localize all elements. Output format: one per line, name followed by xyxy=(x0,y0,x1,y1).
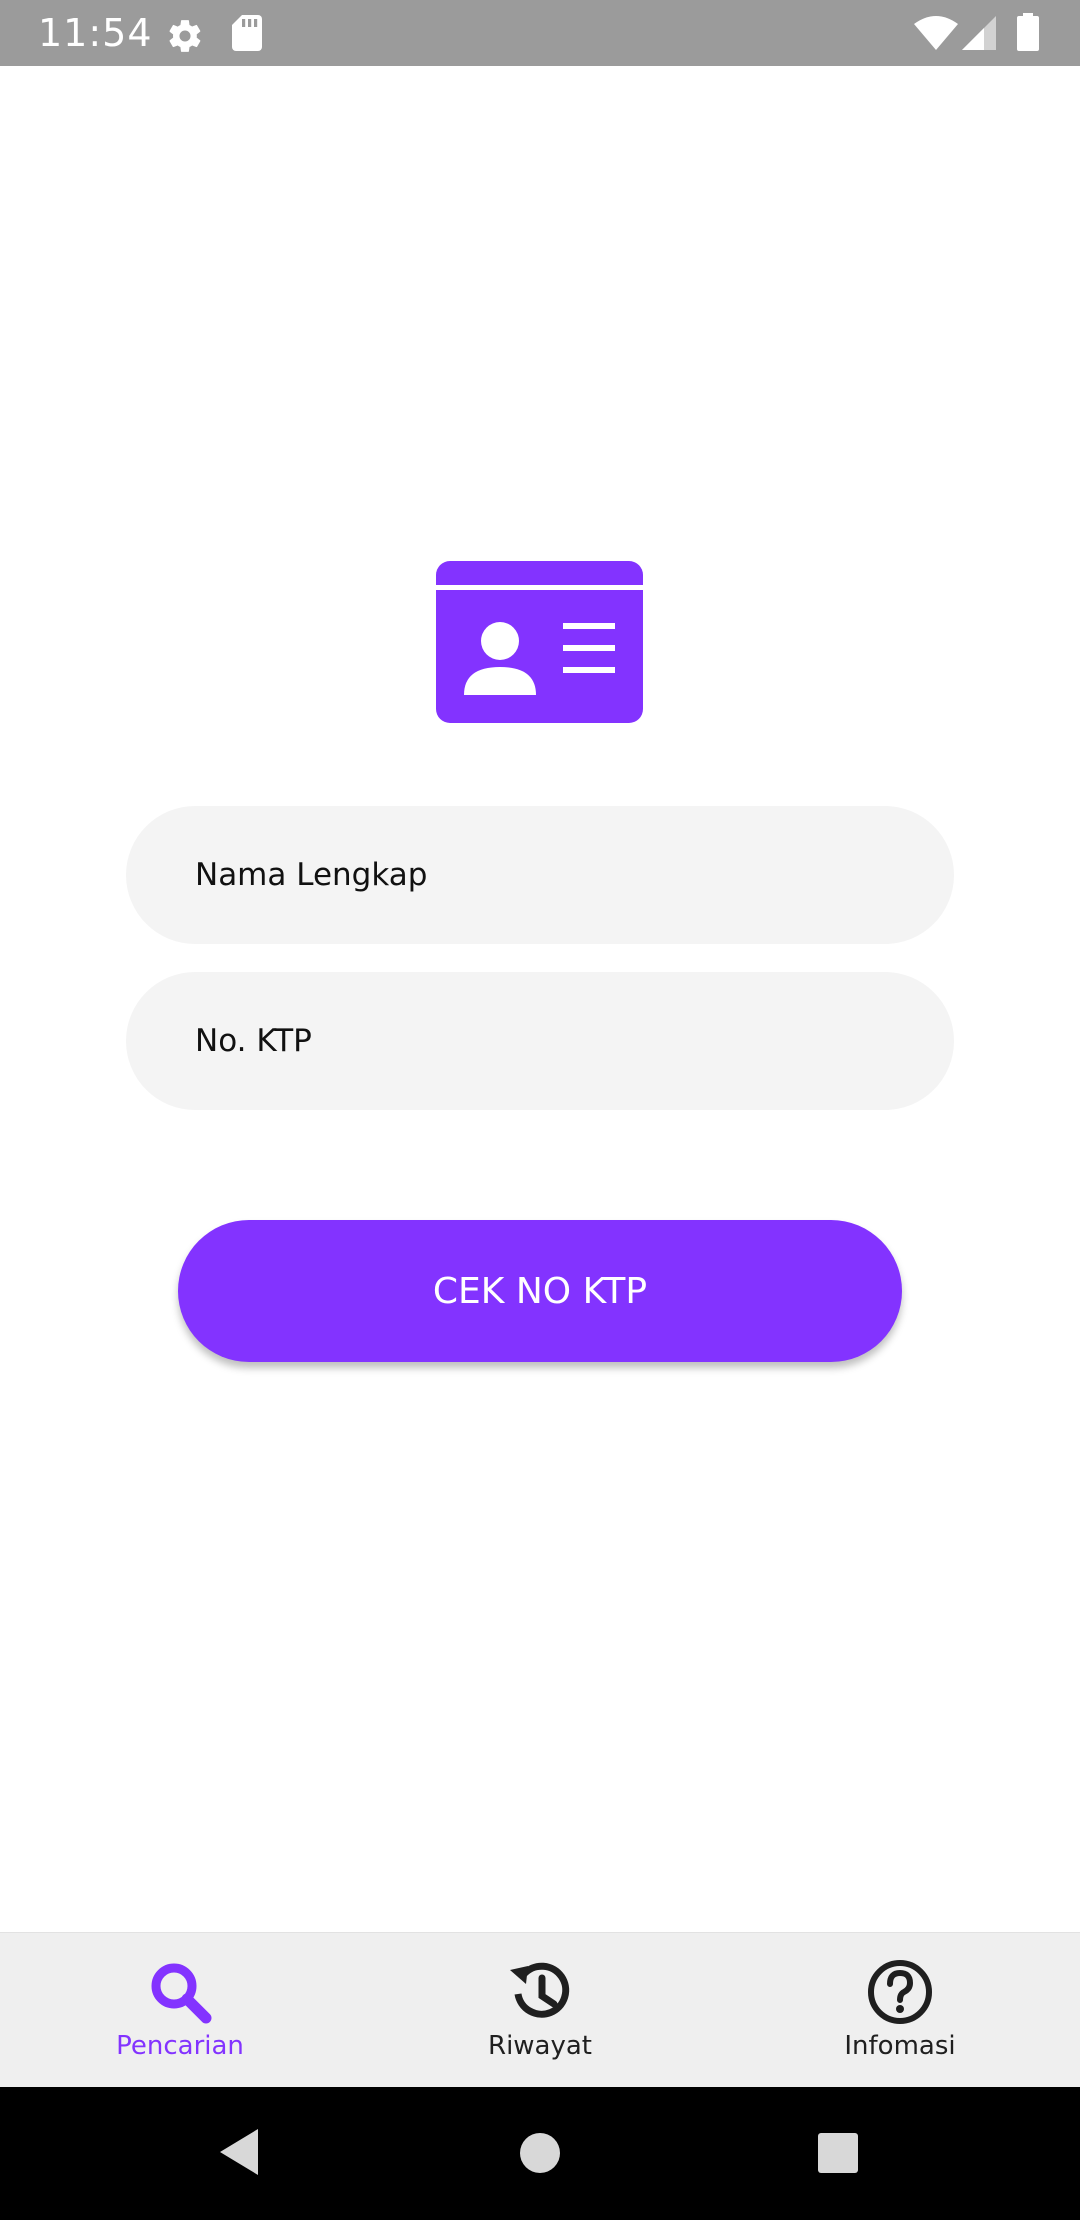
id-card-icon xyxy=(436,561,643,723)
history-icon xyxy=(510,1962,570,2018)
status-time: 11:54 xyxy=(38,11,153,55)
search-icon xyxy=(151,1963,212,2024)
nav-label-history: Riwayat xyxy=(488,2031,592,2061)
home-icon[interactable] xyxy=(519,2132,561,2174)
system-navigation-bar xyxy=(0,2087,1080,2220)
nav-label-search: Pencarian xyxy=(116,2031,244,2061)
check-ktp-button[interactable]: CEK NO KTP xyxy=(178,1220,902,1362)
nav-item-search[interactable]: Pencarian xyxy=(0,1933,360,2088)
check-ktp-button-label: CEK NO KTP xyxy=(432,1270,648,1312)
battery-icon xyxy=(1017,13,1039,51)
settings-icon xyxy=(169,20,201,52)
back-icon[interactable] xyxy=(218,2127,260,2177)
bottom-navigation: Pencarian Riwayat Infomasi xyxy=(0,1932,1080,2087)
nav-item-history[interactable]: Riwayat xyxy=(360,1933,720,2088)
ktp-number-input[interactable] xyxy=(126,972,954,1110)
nav-item-info[interactable]: Infomasi xyxy=(720,1933,1080,2088)
status-bar: 11:54 xyxy=(0,0,1080,66)
help-icon xyxy=(868,1960,932,2024)
signal-icon xyxy=(962,16,996,50)
nav-label-info: Infomasi xyxy=(844,2031,956,2061)
full-name-input[interactable] xyxy=(126,806,954,944)
recents-icon[interactable] xyxy=(817,2132,859,2174)
wifi-icon xyxy=(914,16,958,50)
sd-card-icon xyxy=(232,15,262,51)
